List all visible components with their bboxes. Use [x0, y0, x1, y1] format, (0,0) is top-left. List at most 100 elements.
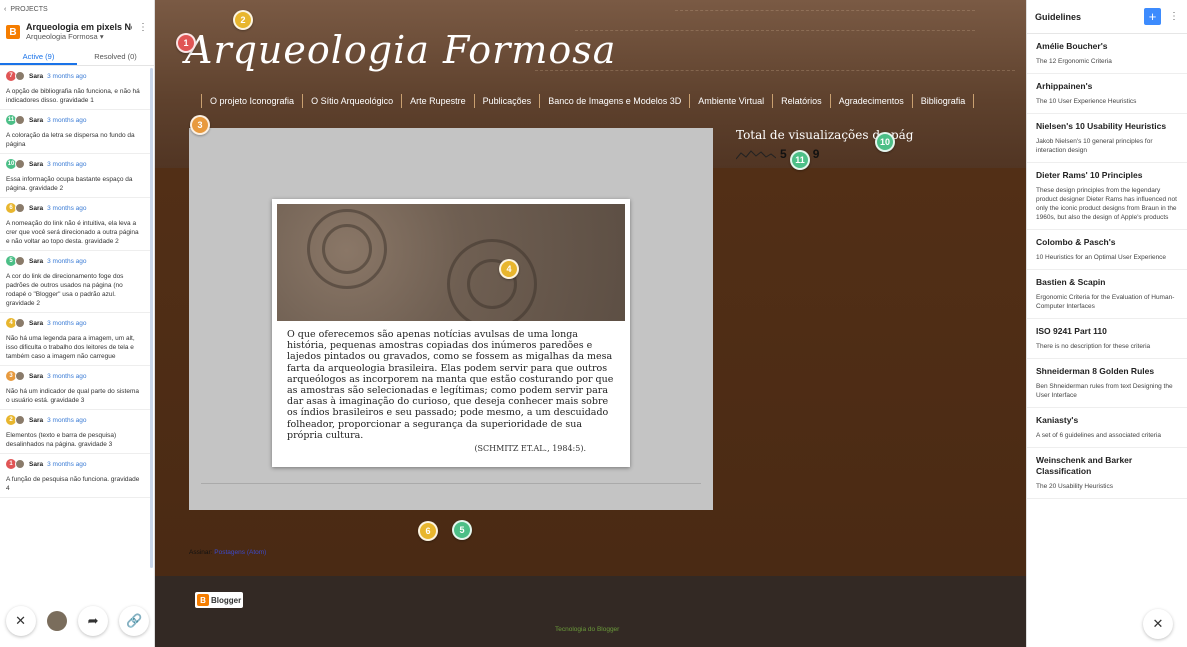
comment-item[interactable]: 11 Sara 3 months ago A coloração da letra s…: [0, 110, 150, 154]
atom-feed-link[interactable]: Postagens (Atom): [214, 549, 266, 556]
comment-author: Sara: [29, 257, 44, 265]
caret-down-icon: ▾: [99, 32, 104, 41]
comments-panel: ‹ PROJECTS B Arqueologia em pixels Nov A…: [0, 0, 155, 647]
blogger-logo-icon: B: [197, 594, 209, 606]
annotation-marker-11[interactable]: 11: [790, 150, 810, 170]
comment-time: 3 months ago: [47, 372, 87, 380]
comment-author: Sara: [29, 160, 44, 168]
project-page-selector[interactable]: Arqueologia Formosa ▾: [26, 32, 132, 41]
comment-item[interactable]: 7 Sara 3 months ago A opção de bibliografia…: [0, 66, 150, 110]
guideline-title: Arhippainen's: [1036, 81, 1093, 91]
comment-time: 3 months ago: [47, 460, 87, 468]
comment-text: A nomeação do link não é intuitiva, ela …: [6, 220, 139, 245]
comment-item[interactable]: 6 Sara 3 months ago A nomeação do link não …: [0, 198, 150, 251]
nav-item[interactable]: O Sítio Arqueológico: [303, 94, 403, 108]
nav-item[interactable]: Bibliografia: [913, 94, 975, 108]
avatar: [15, 115, 25, 125]
comment-time: 3 months ago: [47, 72, 87, 80]
guideline-item[interactable]: Weinschenk and Barker Classification The …: [1027, 448, 1187, 499]
avatar: [15, 459, 25, 469]
annotation-marker-10[interactable]: 10: [875, 132, 895, 152]
nav-item[interactable]: Banco de Imagens e Modelos 3D: [540, 94, 691, 108]
comment-item[interactable]: 4 Sara 3 months ago Não há uma legenda para…: [0, 313, 150, 366]
comment-item[interactable]: 10 Sara 3 months ago Essa informação ocupa …: [0, 154, 150, 198]
tab-resolved[interactable]: Resolved (0): [77, 50, 154, 65]
comment-time: 3 months ago: [47, 319, 87, 327]
guideline-item[interactable]: Amélie Boucher's The 12 Ergonomic Criteri…: [1027, 34, 1187, 74]
guideline-item[interactable]: Nielsen's 10 Usability Heuristics Jakob N…: [1027, 114, 1187, 163]
comment-list: 7 Sara 3 months ago A opção de bibliografia…: [0, 66, 150, 576]
comment-item[interactable]: 2 Sara 3 months ago Elementos (texto e barr…: [0, 410, 150, 454]
link-button[interactable]: 🔗: [119, 606, 150, 636]
nav-item[interactable]: Ambiente Virtual: [690, 94, 774, 108]
nav-item[interactable]: Relatórios: [773, 94, 831, 108]
quote-card: O que oferecemos são apenas notícias avu…: [272, 199, 630, 467]
comment-item[interactable]: 5 Sara 3 months ago A cor do link de direci…: [0, 251, 150, 313]
comment-author: Sara: [29, 72, 44, 80]
subscribe-label: Assinar:: [189, 549, 213, 556]
divider: [201, 483, 701, 484]
guideline-description: Ben Shneiderman rules from text Designin…: [1036, 383, 1173, 399]
sparkline-icon: [736, 150, 776, 160]
guideline-item[interactable]: ISO 9241 Part 110 There is no description…: [1027, 319, 1187, 359]
nav-item[interactable]: Agradecimentos: [831, 94, 913, 108]
comment-author: Sara: [29, 416, 44, 424]
powered-by: Tecnologia do Blogger: [555, 626, 619, 633]
guideline-item[interactable]: Kaniasty's A set of 6 guidelines and asso…: [1027, 408, 1187, 448]
nav-item[interactable]: Publicações: [475, 94, 541, 108]
comment-item[interactable]: 3 Sara 3 months ago Não há um indicador de …: [0, 366, 150, 410]
guideline-item[interactable]: Colombo & Pasch's 10 Heuristics for an Op…: [1027, 230, 1187, 270]
share-button[interactable]: ➦: [78, 606, 109, 636]
guideline-title: Bastien & Scapin: [1036, 277, 1106, 287]
guideline-item[interactable]: Shneiderman 8 Golden Rules Ben Shneiderma…: [1027, 359, 1187, 408]
link-icon: 🔗: [126, 613, 143, 628]
annotation-marker-6[interactable]: 6: [418, 521, 438, 541]
comment-text: A função de pesquisa não funciona. gravi…: [6, 476, 140, 492]
scrollbar[interactable]: [150, 68, 153, 568]
comment-author: Sara: [29, 460, 44, 468]
add-guideline-button[interactable]: +: [1144, 8, 1161, 25]
annotation-marker-2[interactable]: 2: [233, 10, 253, 30]
more-options-icon[interactable]: ⋮: [1169, 11, 1179, 22]
nav-item[interactable]: Arte Rupestre: [402, 94, 475, 108]
back-to-projects[interactable]: ‹ PROJECTS: [0, 0, 154, 18]
blogger-badge[interactable]: B Blogger: [195, 592, 243, 608]
annotation-marker-4[interactable]: 4: [499, 259, 519, 279]
guideline-item[interactable]: Arhippainen's The 10 User Experience Heur…: [1027, 74, 1187, 114]
quote-citation: (SCHMITZ ET.AL., 1984:5).: [474, 444, 586, 453]
main-nav: O projeto Iconografia O Sítio Arqueológic…: [201, 94, 975, 108]
avatar: [15, 256, 25, 266]
avatar[interactable]: [46, 611, 67, 631]
guideline-title: Nielsen's 10 Usability Heuristics: [1036, 121, 1167, 131]
guideline-description: The 10 User Experience Heuristics: [1036, 98, 1137, 105]
app: ‹ PROJECTS B Arqueologia em pixels Nov A…: [0, 0, 1187, 647]
comment-author: Sara: [29, 372, 44, 380]
post-area: O que oferecemos são apenas notícias avu…: [189, 128, 713, 510]
rock-art-image: [277, 204, 625, 321]
more-options-icon[interactable]: ⋮: [138, 22, 148, 33]
comment-time: 3 months ago: [47, 257, 87, 265]
site-title[interactable]: Arqueologia Formosa: [185, 28, 616, 72]
close-guidelines-button[interactable]: ✕: [1143, 609, 1173, 639]
tab-active[interactable]: Active (9): [0, 50, 77, 65]
comment-text: A coloração da letra se dispersa no fund…: [6, 132, 135, 148]
guideline-title: Kaniasty's: [1036, 415, 1079, 425]
subscribe-line: Assinar: Postagens (Atom): [189, 549, 266, 556]
annotation-marker-5[interactable]: 5: [452, 520, 472, 540]
comment-author: Sara: [29, 319, 44, 327]
guideline-item[interactable]: Dieter Rams' 10 Principles These design p…: [1027, 163, 1187, 230]
comment-text: A cor do link de direcionamento foge dos…: [6, 273, 124, 307]
annotation-marker-3[interactable]: 3: [190, 115, 210, 135]
close-button[interactable]: ✕: [5, 606, 36, 636]
guideline-title: Colombo & Pasch's: [1036, 237, 1116, 247]
guideline-title: Amélie Boucher's: [1036, 41, 1108, 51]
annotation-marker-1[interactable]: 1: [176, 33, 196, 53]
comment-text: Essa informação ocupa bastante espaço da…: [6, 176, 133, 192]
comment-time: 3 months ago: [47, 160, 87, 168]
website-preview: Arqueologia Formosa O projeto Iconografi…: [155, 0, 1026, 647]
blogger-link[interactable]: Blogger: [597, 626, 619, 633]
back-label: PROJECTS: [10, 5, 48, 13]
guideline-item[interactable]: Bastien & Scapin Ergonomic Criteria for t…: [1027, 270, 1187, 319]
comment-item[interactable]: 1 Sara 3 months ago A função de pesquisa nã…: [0, 454, 150, 498]
nav-item[interactable]: O projeto Iconografia: [201, 94, 304, 108]
